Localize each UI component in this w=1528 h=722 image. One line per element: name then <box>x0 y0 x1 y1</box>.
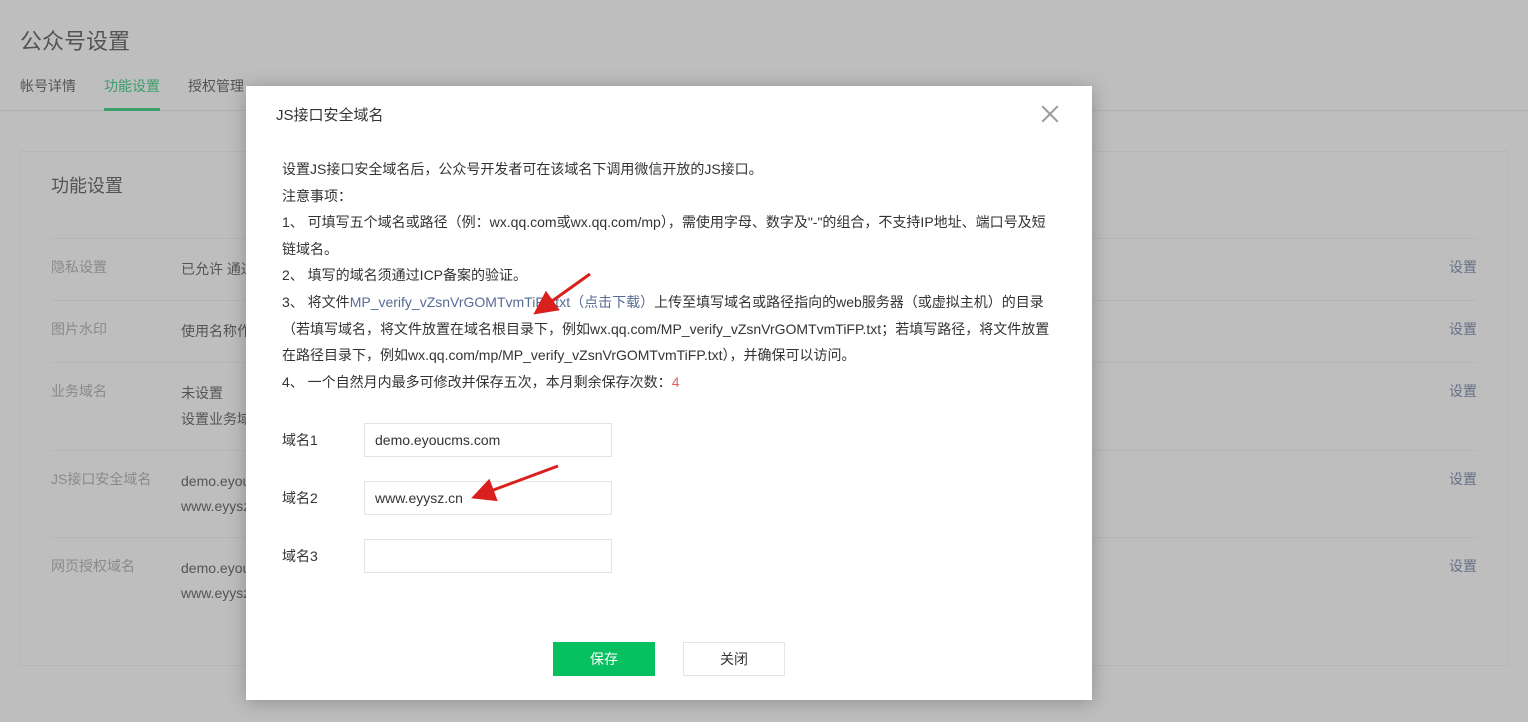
save-button[interactable]: 保存 <box>553 642 655 676</box>
form-area: 域名1 域名2 域名3 <box>282 395 1056 573</box>
field-label: 域名2 <box>282 485 364 512</box>
modal-note3: 3、 将文件MP_verify_vZsnVrGOMTvmTiFP.txt（点击下… <box>282 289 1056 369</box>
form-row-domain1: 域名1 <box>282 423 1056 457</box>
modal-header: JS接口安全域名 <box>246 86 1092 140</box>
modal-note3-prefix: 3、 将文件 <box>282 294 350 310</box>
modal-note2: 2、 填写的域名须通过ICP备案的验证。 <box>282 262 1056 289</box>
modal-note1: 1、 可填写五个域名或路径（例：wx.qq.com或wx.qq.com/mp），… <box>282 209 1056 262</box>
modal-title: JS接口安全域名 <box>276 104 384 125</box>
domain3-input[interactable] <box>364 539 612 573</box>
close-icon[interactable] <box>1038 102 1062 126</box>
modal-note4: 4、 一个自然月内最多可修改并保存五次，本月剩余保存次数：4 <box>282 369 1056 396</box>
domain1-input[interactable] <box>364 423 612 457</box>
domain2-input[interactable] <box>364 481 612 515</box>
modal-intro: 设置JS接口安全域名后，公众号开发者可在该域名下调用微信开放的JS接口。 <box>282 156 1056 183</box>
modal-note4-count: 4 <box>672 374 680 390</box>
modal: JS接口安全域名 设置JS接口安全域名后，公众号开发者可在该域名下调用微信开放的… <box>246 86 1092 700</box>
modal-body: 设置JS接口安全域名后，公众号开发者可在该域名下调用微信开放的JS接口。 注意事… <box>246 140 1092 628</box>
field-label: 域名3 <box>282 543 364 570</box>
form-row-domain3: 域名3 <box>282 539 1056 573</box>
modal-notice-header: 注意事项： <box>282 183 1056 210</box>
modal-footer: 保存 关闭 <box>246 628 1092 700</box>
modal-note4-prefix: 4、 一个自然月内最多可修改并保存五次，本月剩余保存次数： <box>282 374 672 390</box>
field-label: 域名1 <box>282 427 364 454</box>
form-row-domain2: 域名2 <box>282 481 1056 515</box>
download-link[interactable]: MP_verify_vZsnVrGOMTvmTiFP.txt（点击下载） <box>350 294 654 310</box>
close-button[interactable]: 关闭 <box>683 642 785 676</box>
